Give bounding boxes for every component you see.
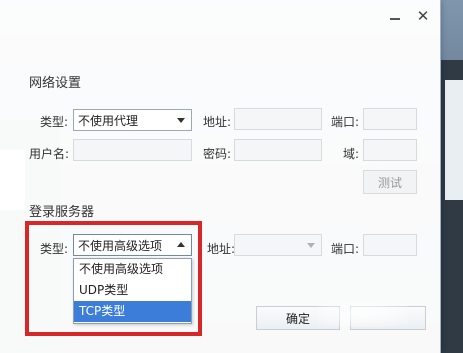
dropdown-option-udp[interactable]: UDP类型 <box>74 280 191 301</box>
proxy-type-value: 不使用代理 <box>78 113 139 128</box>
server-type-dropdown: 不使用高级选项 UDP类型 TCP类型 <box>73 258 192 324</box>
dropdown-option-tcp[interactable]: TCP类型 <box>74 301 191 322</box>
proxy-port-label: 端口: <box>331 115 360 129</box>
domain-label: 域: <box>343 147 360 161</box>
dropdown-option-no-advanced[interactable]: 不使用高级选项 <box>74 259 191 280</box>
title-bar: ✕ <box>0 0 440 32</box>
username-label: 用户名: <box>29 147 70 161</box>
settings-dialog: ✕ 网络设置 类型: 不使用代理 地址: 端口: 用户名: 密码: 域: 测试 … <box>0 0 441 353</box>
server-port-label: 端口: <box>331 242 360 256</box>
minimize-icon[interactable] <box>384 6 406 26</box>
login-server-title: 登录服务器 <box>29 205 95 220</box>
server-address-select[interactable] <box>234 234 322 256</box>
proxy-port-field[interactable] <box>363 108 417 130</box>
password-label: 密码: <box>203 147 232 161</box>
server-type-select[interactable]: 不使用高级选项 <box>73 234 192 256</box>
proxy-address-field[interactable] <box>234 108 322 130</box>
chevron-down-icon <box>177 118 185 123</box>
proxy-type-select[interactable]: 不使用代理 <box>73 109 192 131</box>
watermark <box>318 301 408 327</box>
test-button[interactable]: 测试 <box>363 170 417 194</box>
username-field[interactable] <box>73 139 192 161</box>
server-address-label: 地址: <box>207 242 236 256</box>
proxy-type-label: 类型: <box>40 115 69 129</box>
domain-field[interactable] <box>363 139 417 161</box>
server-type-value: 不使用高级选项 <box>78 238 163 253</box>
chevron-down-icon <box>307 243 315 248</box>
chevron-up-icon <box>177 242 185 247</box>
proxy-address-label: 地址: <box>203 115 232 129</box>
server-port-field[interactable] <box>363 234 417 256</box>
server-type-label: 类型: <box>40 242 69 256</box>
password-field[interactable] <box>234 139 322 161</box>
network-settings-title: 网络设置 <box>29 76 82 91</box>
close-icon[interactable]: ✕ <box>412 6 434 26</box>
